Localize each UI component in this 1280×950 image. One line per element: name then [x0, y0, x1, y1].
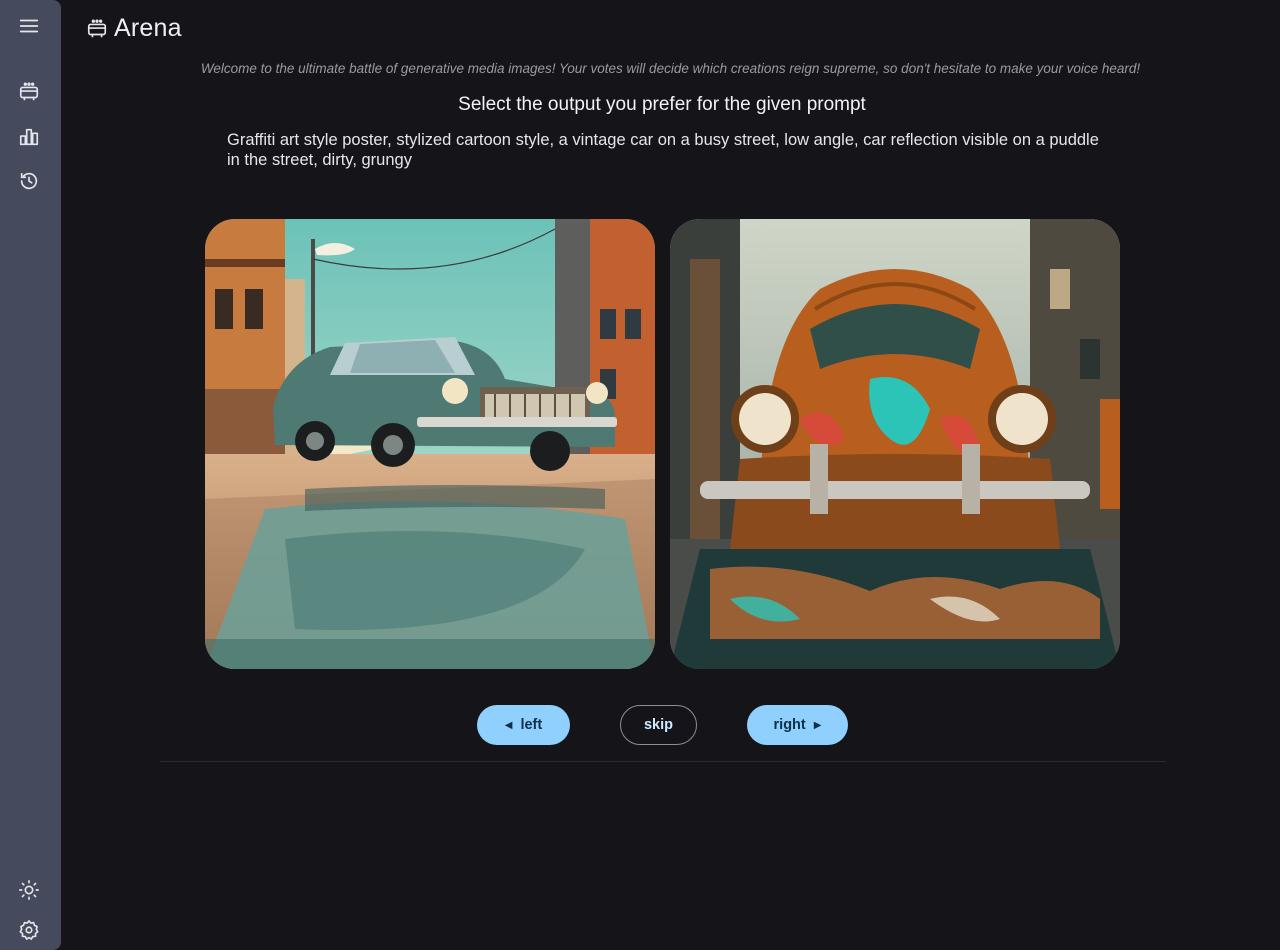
vote-right-button[interactable]: right ▶ [747, 705, 848, 745]
history-icon[interactable] [12, 164, 46, 198]
arena-icon[interactable] [12, 75, 46, 109]
divider [160, 761, 1166, 762]
app-title: Arena [114, 14, 182, 42]
welcome-message: Welcome to the ultimate battle of genera… [200, 61, 1141, 76]
vote-left-button[interactable]: ◀ left [477, 705, 570, 745]
sidebar [0, 0, 61, 950]
theme-toggle-icon[interactable] [12, 873, 46, 907]
arrow-left-icon: ◀ [504, 719, 513, 731]
prompt-text: Graffiti art style poster, stylized cart… [227, 131, 1099, 169]
page-heading: Select the output you prefer for the giv… [458, 94, 866, 115]
right-image[interactable] [670, 219, 1120, 669]
arrow-right-icon: ▶ [813, 719, 822, 731]
skip-label: skip [643, 717, 673, 733]
menu-icon[interactable] [12, 9, 46, 43]
left-image[interactable] [205, 219, 655, 669]
vote-right-label: right [773, 717, 806, 733]
settings-icon[interactable] [12, 913, 46, 947]
app-header: Arena [86, 14, 182, 43]
leaderboard-icon[interactable] [12, 120, 46, 154]
vote-left-label: left [520, 717, 543, 733]
arena-icon [87, 19, 107, 37]
skip-button[interactable]: skip [620, 705, 697, 745]
